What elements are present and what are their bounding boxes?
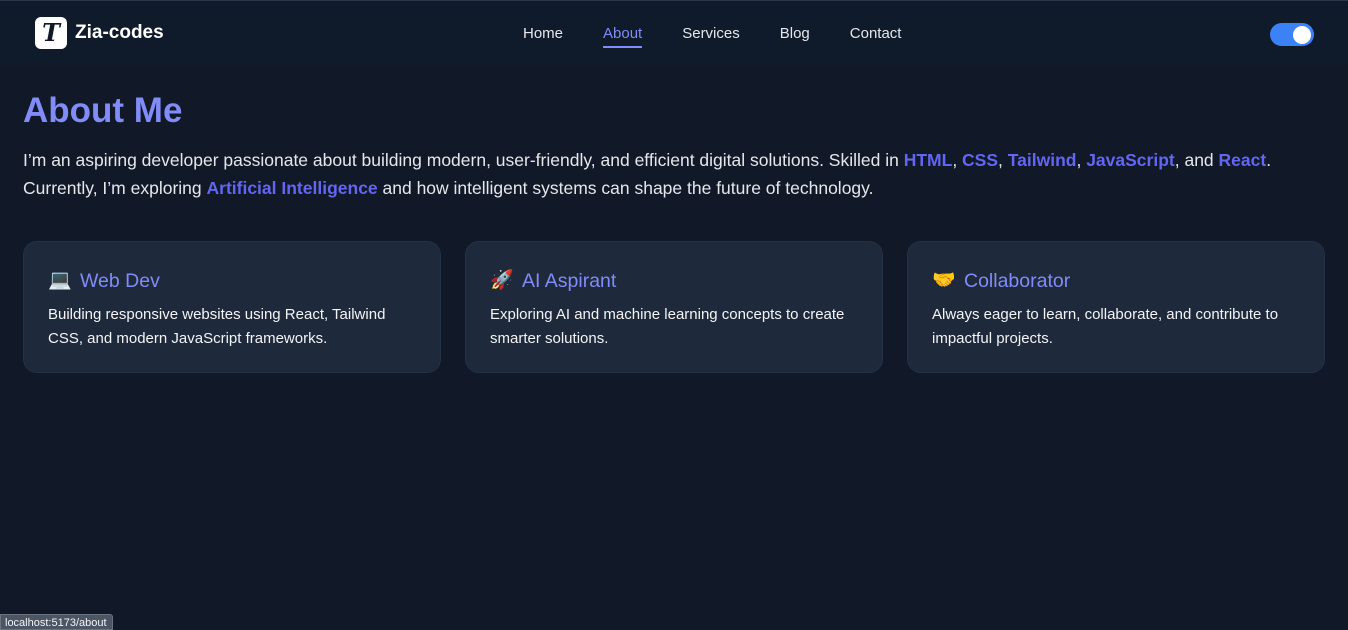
feature-cards: 💻 Web Dev Building responsive websites u… bbox=[23, 241, 1326, 373]
skill-javascript: JavaScript bbox=[1086, 150, 1175, 170]
navbar: T Zia-codes Home About Services Blog Con… bbox=[0, 0, 1348, 66]
card-title-text: AI Aspirant bbox=[522, 270, 617, 292]
intro-text: and how intelligent systems can shape th… bbox=[377, 178, 874, 198]
nav-item-home[interactable]: Home bbox=[523, 25, 563, 48]
handshake-icon: 🤝 bbox=[932, 270, 956, 291]
nav-item-about[interactable]: About bbox=[603, 25, 643, 48]
card-description: Always eager to learn, collaborate, and … bbox=[932, 306, 1279, 347]
card-web-dev: 💻 Web Dev Building responsive websites u… bbox=[23, 241, 441, 373]
card-description: Exploring AI and machine learning concep… bbox=[490, 306, 845, 347]
nav-item-blog[interactable]: Blog bbox=[780, 25, 810, 48]
laptop-icon: 💻 bbox=[48, 270, 72, 291]
intro-paragraph: I’m an aspiring developer passionate abo… bbox=[23, 146, 1326, 202]
card-title: 🚀 AI Aspirant bbox=[490, 268, 858, 294]
brand[interactable]: T Zia-codes bbox=[35, 17, 164, 49]
ai-highlight: Artificial Intelligence bbox=[206, 178, 378, 198]
brand-logo-icon: T bbox=[35, 17, 67, 49]
skill-css: CSS bbox=[962, 150, 999, 170]
nav-links: Home About Services Blog Contact bbox=[523, 25, 901, 48]
intro-separator: , bbox=[1076, 150, 1087, 170]
skill-react: React bbox=[1218, 150, 1267, 170]
nav-item-services[interactable]: Services bbox=[682, 25, 740, 48]
page-title: About Me bbox=[23, 91, 183, 130]
card-description: Building responsive websites using React… bbox=[48, 306, 386, 347]
skill-html: HTML bbox=[903, 150, 953, 170]
card-title-text: Web Dev bbox=[80, 270, 160, 292]
brand-name: Zia-codes bbox=[75, 22, 164, 43]
intro-text: I’m an aspiring developer passionate abo… bbox=[23, 150, 904, 170]
about-section: About Me I’m an aspiring developer passi… bbox=[23, 88, 1326, 373]
rocket-icon: 🚀 bbox=[490, 270, 514, 291]
card-title-text: Collaborator bbox=[964, 270, 1071, 292]
skill-tailwind: Tailwind bbox=[1007, 150, 1077, 170]
intro-separator: , bbox=[998, 150, 1008, 170]
card-ai-aspirant: 🚀 AI Aspirant Exploring AI and machine l… bbox=[465, 241, 883, 373]
theme-toggle[interactable] bbox=[1270, 23, 1314, 46]
toggle-knob bbox=[1293, 25, 1311, 44]
card-title: 🤝 Collaborator bbox=[932, 268, 1300, 294]
nav-item-contact[interactable]: Contact bbox=[850, 25, 902, 48]
intro-separator: , bbox=[952, 150, 963, 170]
intro-separator: , and bbox=[1174, 150, 1219, 170]
card-collaborator: 🤝 Collaborator Always eager to learn, co… bbox=[907, 241, 1325, 373]
status-bar-url: localhost:5173/about bbox=[0, 614, 113, 630]
card-title: 💻 Web Dev bbox=[48, 268, 416, 294]
